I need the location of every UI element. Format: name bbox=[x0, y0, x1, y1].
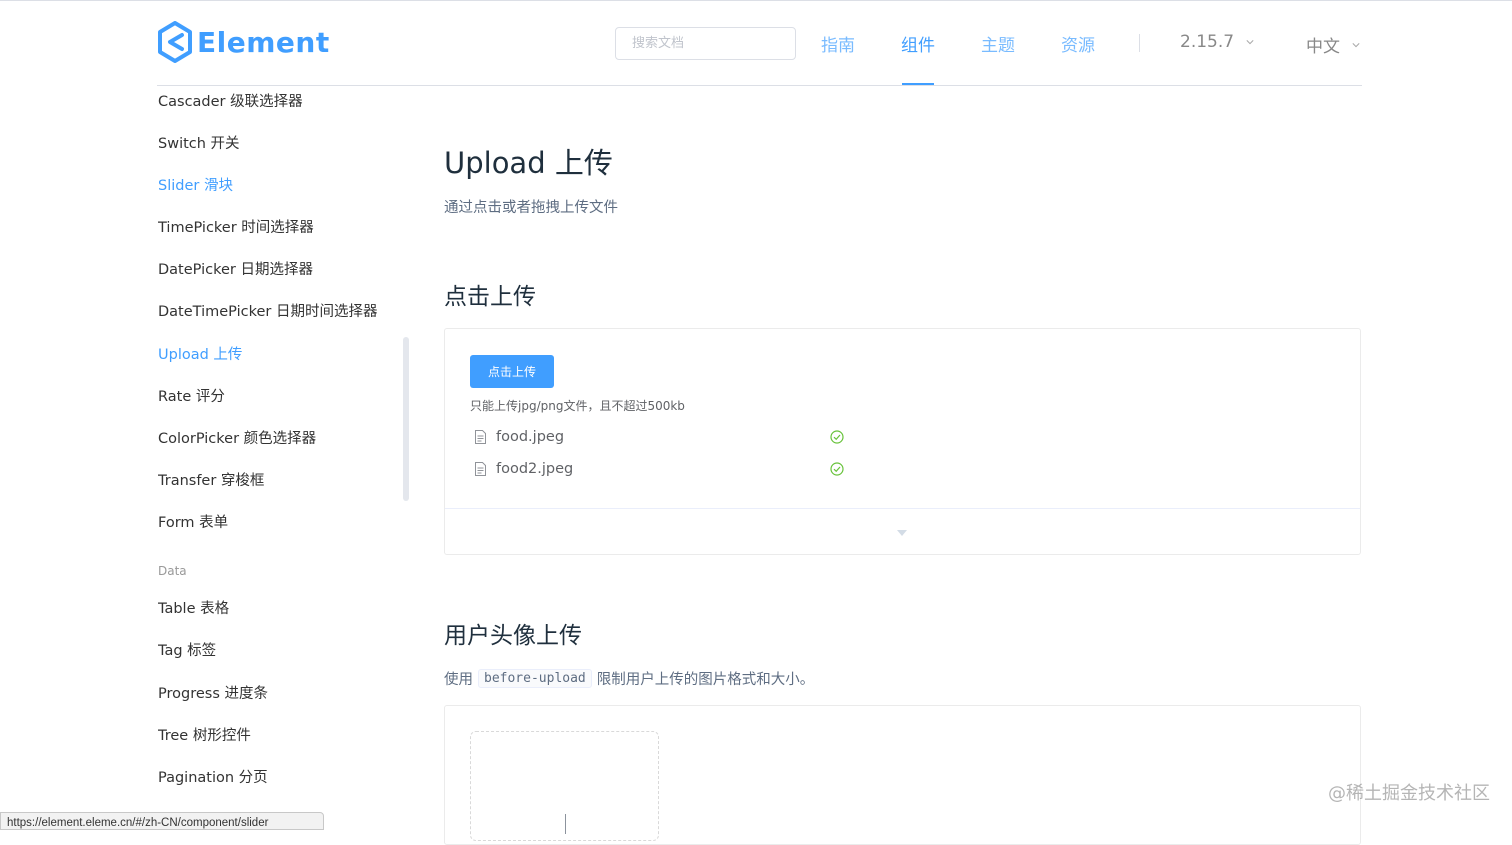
site-header: Element 指南 组件 主题 资源 2.15.7 中文 bbox=[0, 0, 1512, 86]
page-description: 通过点击或者拖拽上传文件 bbox=[444, 200, 618, 216]
nav-theme[interactable]: 主题 bbox=[981, 31, 1015, 56]
language-label: 中文 bbox=[1306, 37, 1340, 57]
sidebar-item-form[interactable]: Form 表单 bbox=[158, 511, 228, 532]
sidebar: Cascader 级联选择器 Switch 开关 Slider 滑块 TimeP… bbox=[158, 86, 408, 825]
demo-box-divider bbox=[445, 508, 1360, 509]
element-logo-icon bbox=[158, 21, 192, 63]
version-label: 2.15.7 bbox=[1180, 32, 1235, 52]
search-input[interactable] bbox=[615, 27, 796, 60]
sidebar-item-colorpicker[interactable]: ColorPicker 颜色选择器 bbox=[158, 427, 316, 448]
sidebar-item-switch[interactable]: Switch 开关 bbox=[158, 132, 240, 153]
plus-icon bbox=[565, 814, 566, 834]
success-check-icon bbox=[830, 462, 844, 476]
section-heading-click-upload: 点击上传 bbox=[444, 284, 536, 310]
upload-file-item[interactable]: food2.jpeg bbox=[474, 456, 844, 482]
sidebar-item-transfer[interactable]: Transfer 穿梭框 bbox=[158, 469, 264, 490]
sidebar-item-table[interactable]: Table 表格 bbox=[158, 597, 229, 618]
sidebar-item-timepicker[interactable]: TimePicker 时间选择器 bbox=[158, 216, 314, 237]
sidebar-item-rate[interactable]: Rate 评分 bbox=[158, 385, 225, 406]
sidebar-item-cascader[interactable]: Cascader 级联选择器 bbox=[158, 90, 303, 111]
inline-code: before-upload bbox=[478, 669, 592, 688]
sidebar-item-slider[interactable]: Slider 滑块 bbox=[158, 174, 233, 195]
page-title: Upload 上传 bbox=[444, 146, 613, 180]
sidebar-item-progress[interactable]: Progress 进度条 bbox=[158, 682, 268, 703]
click-upload-button[interactable]: 点击上传 bbox=[470, 355, 554, 388]
nav-divider bbox=[1139, 34, 1140, 52]
version-dropdown[interactable]: 2.15.7 bbox=[1180, 32, 1254, 52]
status-bar-url: https://element.eleme.cn/#/zh-CN/compone… bbox=[0, 812, 324, 830]
logo[interactable]: Element bbox=[157, 21, 330, 63]
nav-component[interactable]: 组件 bbox=[901, 31, 935, 56]
chevron-down-icon bbox=[1352, 42, 1360, 47]
section-heading-avatar-upload: 用户头像上传 bbox=[444, 623, 582, 649]
caret-down-icon[interactable] bbox=[897, 530, 907, 536]
file-name: food2.jpeg bbox=[496, 461, 574, 477]
desc-text-before: 使用 bbox=[444, 672, 473, 688]
sidebar-item-datetimepicker[interactable]: DateTimePicker 日期时间选择器 bbox=[158, 300, 377, 321]
upload-tip: 只能上传jpg/png文件，且不超过500kb bbox=[470, 399, 685, 413]
document-icon bbox=[475, 430, 486, 444]
nav-resource[interactable]: 资源 bbox=[1061, 31, 1095, 56]
nav-guide[interactable]: 指南 bbox=[821, 31, 855, 56]
language-dropdown[interactable]: 中文 bbox=[1306, 32, 1360, 57]
file-name: food.jpeg bbox=[496, 429, 565, 445]
watermark: @稀土掘金技术社区 bbox=[1328, 783, 1490, 804]
chevron-down-icon bbox=[1246, 40, 1254, 45]
sidebar-item-upload[interactable]: Upload 上传 bbox=[158, 343, 242, 364]
sidebar-item-tag[interactable]: Tag 标签 bbox=[158, 639, 216, 660]
section-description: 使用 before-upload 限制用户上传的图片格式和大小。 bbox=[444, 668, 814, 689]
sidebar-group-data: Data bbox=[158, 564, 187, 578]
logo-text: Element bbox=[197, 25, 330, 59]
document-icon bbox=[475, 462, 486, 476]
sidebar-scrollbar[interactable] bbox=[403, 337, 409, 501]
sidebar-item-datepicker[interactable]: DatePicker 日期选择器 bbox=[158, 258, 313, 279]
sidebar-item-pagination[interactable]: Pagination 分页 bbox=[158, 766, 268, 787]
desc-text-after: 限制用户上传的图片格式和大小。 bbox=[596, 672, 815, 688]
success-check-icon bbox=[830, 430, 844, 444]
sidebar-item-tree[interactable]: Tree 树形控件 bbox=[158, 724, 251, 745]
upload-file-item[interactable]: food.jpeg bbox=[474, 424, 844, 450]
